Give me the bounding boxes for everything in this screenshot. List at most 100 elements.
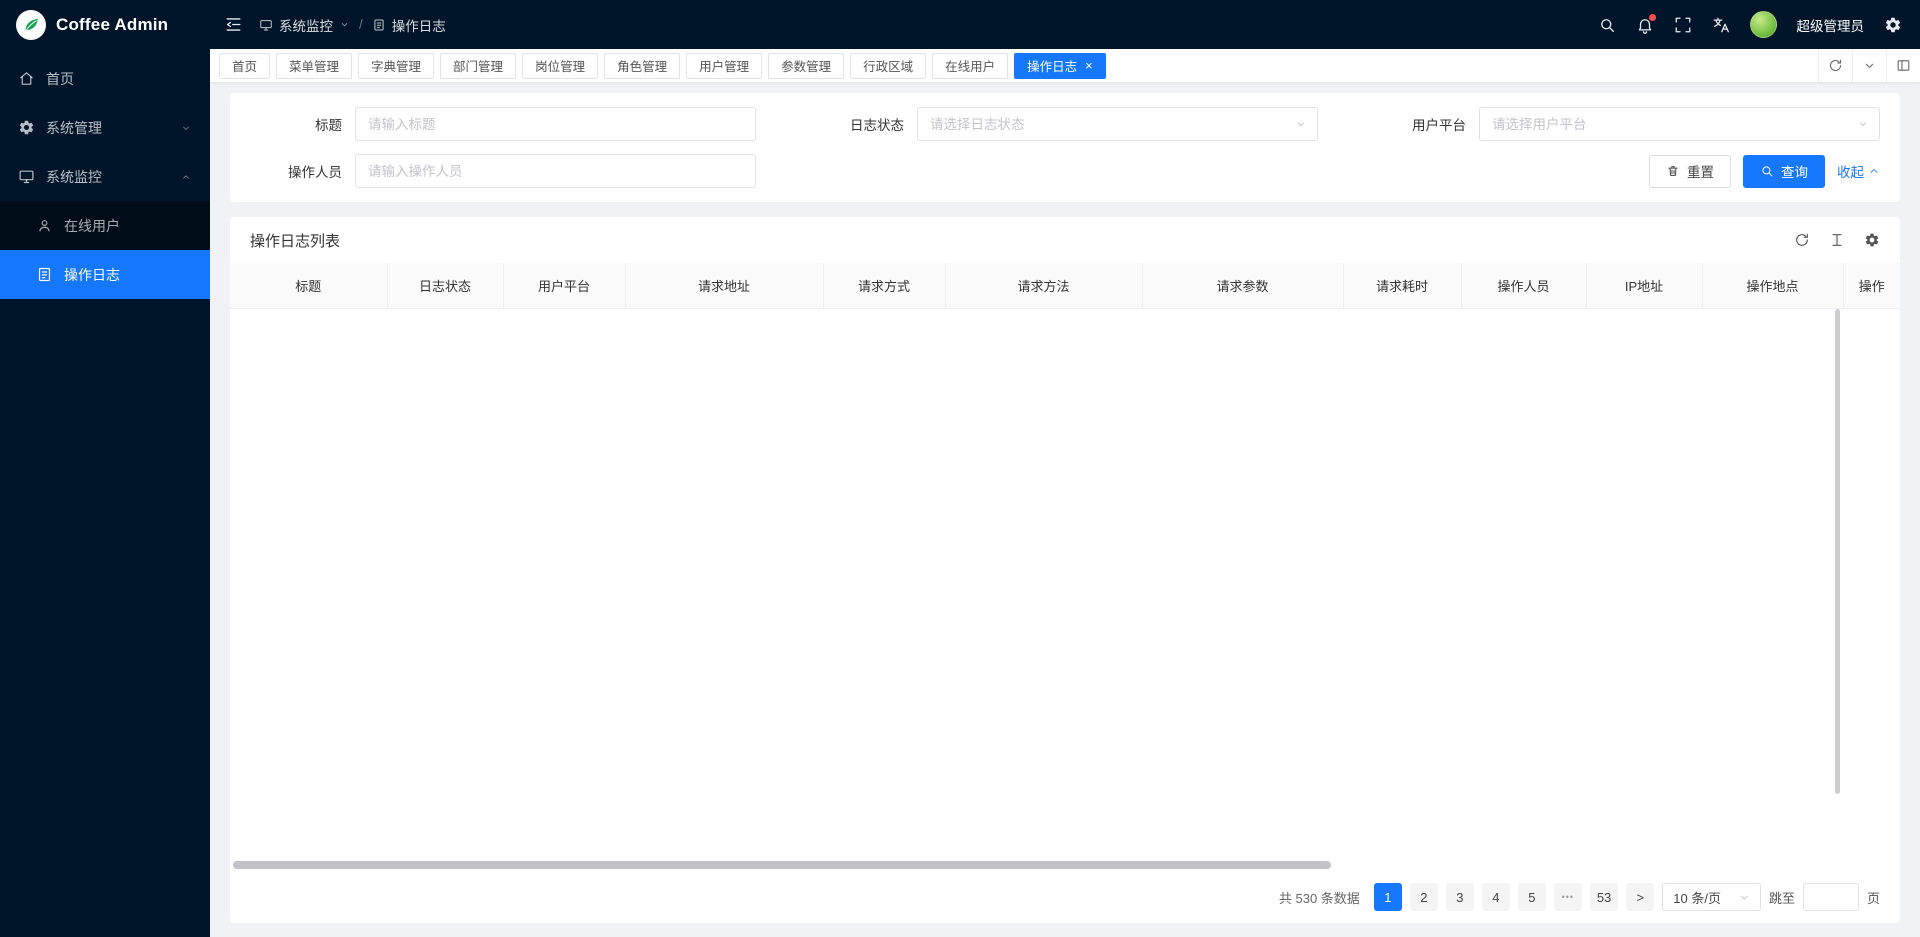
sidebar-item-label: 首页	[46, 69, 74, 89]
search-button[interactable]: 查询	[1743, 155, 1825, 188]
refresh-icon[interactable]	[1794, 232, 1810, 248]
chevron-down-icon[interactable]	[1852, 49, 1886, 82]
table-settings-gear-icon[interactable]	[1864, 232, 1880, 248]
jump-page-input[interactable]	[1803, 883, 1859, 911]
close-icon[interactable]: ×	[1085, 59, 1093, 72]
tab-item[interactable]: 在线用户	[932, 53, 1008, 79]
tab-label: 角色管理	[617, 56, 667, 75]
reset-button[interactable]: 重置	[1649, 155, 1731, 188]
search-icon[interactable]	[1598, 16, 1616, 34]
column-header: 请求地址	[625, 263, 823, 308]
logo-leaf-icon	[16, 10, 46, 40]
page-button-3[interactable]: 3	[1446, 883, 1474, 911]
vertical-scrollbar[interactable]	[1835, 309, 1840, 794]
tab-item[interactable]: 操作日志 ×	[1014, 53, 1106, 79]
breadcrumb: 系统监控 / 操作日志	[259, 15, 446, 35]
column-header: IP地址	[1586, 263, 1702, 308]
fullscreen-icon[interactable]	[1674, 16, 1692, 34]
user-platform-select[interactable]	[1479, 107, 1880, 141]
tab-label: 在线用户	[945, 56, 995, 75]
log-table: 标题日志状态用户平台请求地址请求方式请求方法请求参数请求耗时操作人员IP地址操作…	[230, 263, 1900, 309]
filter-actions: 重置 查询 收起	[1649, 154, 1880, 188]
filter-field-title: 标题	[250, 107, 756, 141]
page-size-select[interactable]: 10 条/页	[1662, 883, 1761, 911]
filter-field-operator: 操作人员	[250, 154, 756, 188]
tab-label: 行政区域	[863, 56, 913, 75]
next-page-button[interactable]: >	[1626, 883, 1654, 911]
tab-label: 操作日志	[1027, 56, 1077, 75]
sidebar-item-home[interactable]: 首页	[0, 54, 210, 103]
settings-gear-icon[interactable]	[1884, 16, 1902, 34]
column-height-icon[interactable]	[1829, 232, 1845, 248]
column-header: 操作	[1843, 263, 1900, 308]
sidebar-item-label: 系统管理	[46, 118, 102, 138]
tab-item[interactable]: 行政区域	[850, 53, 926, 79]
document-icon	[372, 18, 386, 32]
sidebar-item-label: 系统监控	[46, 167, 102, 187]
user-avatar[interactable]	[1750, 11, 1777, 38]
column-header: 操作地点	[1702, 263, 1843, 308]
operator-input[interactable]	[355, 154, 756, 188]
filter-field-log-status: 日志状态	[812, 107, 1318, 141]
page-button-5[interactable]: 5	[1518, 883, 1546, 911]
tab-item[interactable]: 首页	[219, 53, 270, 79]
sidebar-item-system-monitor[interactable]: 系统监控	[0, 152, 210, 201]
pagination: 共 530 条数据 12345•••53> 10 条/页 跳至 页	[230, 869, 1900, 923]
sidebar-menu: 首页 系统管理 系统监控 在线用户 操作日志	[0, 49, 210, 299]
log-table-card: 操作日志列表 标题日志状态用户平台请求地址请求方式请求方法请求参数请求耗时操作人…	[230, 217, 1900, 923]
collapse-toggle[interactable]: 收起	[1837, 161, 1880, 181]
sidebar-submenu: 在线用户 操作日志	[0, 201, 210, 299]
sidebar-item-label: 在线用户	[64, 216, 120, 236]
notification-bell-icon[interactable]	[1636, 16, 1654, 34]
refresh-icon[interactable]	[1818, 49, 1852, 82]
page-button-4[interactable]: 4	[1482, 883, 1510, 911]
page-button-2[interactable]: 2	[1410, 883, 1438, 911]
tab-item[interactable]: 角色管理	[604, 53, 680, 79]
filter-label: 日志状态	[812, 114, 904, 134]
horizontal-scrollbar[interactable]	[233, 861, 1897, 869]
breadcrumb-label: 操作日志	[392, 15, 446, 35]
notification-badge	[1649, 14, 1656, 21]
sidebar-item-system-management[interactable]: 系统管理	[0, 103, 210, 152]
layout-icon[interactable]	[1886, 49, 1920, 82]
page-size-label: 10 条/页	[1673, 888, 1721, 907]
scrollbar-thumb[interactable]	[233, 861, 1331, 869]
tab-label: 首页	[232, 56, 257, 75]
tab-item[interactable]: 岗位管理	[522, 53, 598, 79]
user-icon	[36, 217, 53, 234]
breadcrumb-label: 系统监控	[279, 15, 333, 35]
tab-item[interactable]: 用户管理	[686, 53, 762, 79]
tab-label: 参数管理	[781, 56, 831, 75]
sidebar-item-operation-log[interactable]: 操作日志	[0, 250, 210, 299]
menu-fold-icon[interactable]	[224, 15, 243, 34]
breadcrumb-item-monitor[interactable]: 系统监控	[259, 15, 350, 35]
page-button-1[interactable]: 1	[1374, 883, 1402, 911]
sidebar-item-online-users[interactable]: 在线用户	[0, 201, 210, 250]
table-toolbar	[1794, 232, 1880, 248]
tab-item[interactable]: 参数管理	[768, 53, 844, 79]
page-button-53[interactable]: 53	[1590, 883, 1618, 911]
sidebar: Coffee Admin 首页 系统管理 系统监控 在线用户 操作日志	[0, 0, 210, 937]
gear-icon	[18, 119, 35, 136]
tab-item[interactable]: 部门管理	[440, 53, 516, 79]
app-logo[interactable]: Coffee Admin	[0, 0, 210, 49]
translate-icon[interactable]	[1712, 16, 1730, 34]
table-header-row: 标题日志状态用户平台请求地址请求方式请求方法请求参数请求耗时操作人员IP地址操作…	[230, 263, 1900, 308]
column-header: 请求方法	[945, 263, 1142, 308]
log-status-select[interactable]	[917, 107, 1318, 141]
monitor-icon	[259, 18, 273, 32]
filter-label: 操作人员	[250, 161, 342, 181]
breadcrumb-separator: /	[359, 17, 363, 32]
column-header: 请求方式	[823, 263, 945, 308]
title-input[interactable]	[355, 107, 756, 141]
chevron-down-icon	[1739, 892, 1750, 903]
filter-label: 标题	[250, 114, 342, 134]
column-header: 操作人员	[1461, 263, 1586, 308]
trash-icon	[1666, 164, 1680, 178]
tab-item[interactable]: 菜单管理	[276, 53, 352, 79]
chevron-down-icon	[339, 19, 350, 30]
reset-button-label: 重置	[1687, 161, 1714, 181]
tab-item[interactable]: 字典管理	[358, 53, 434, 79]
filter-field-user-platform: 用户平台	[1374, 107, 1880, 141]
user-name: 超级管理员	[1797, 15, 1865, 35]
